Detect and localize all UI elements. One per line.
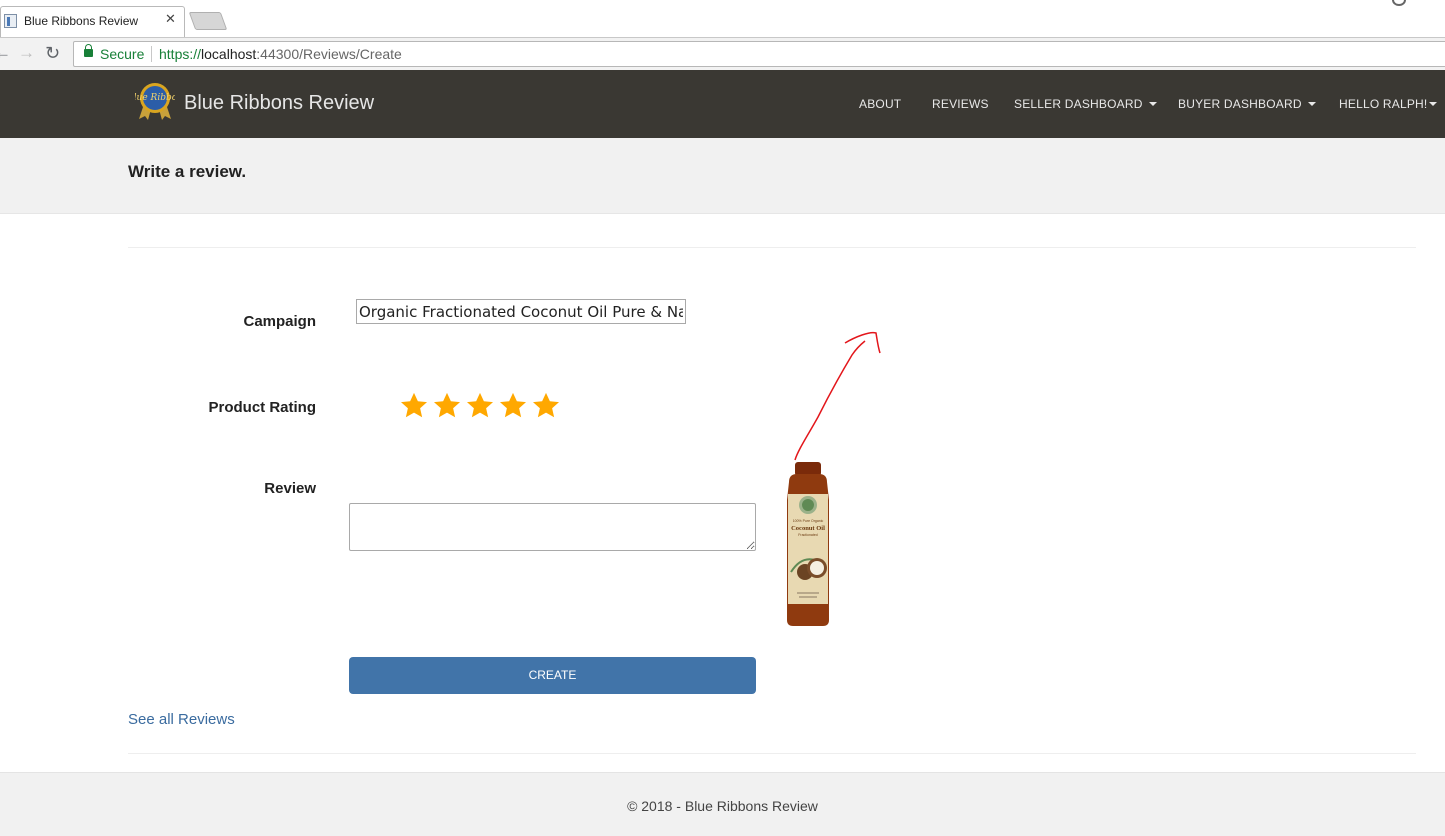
bottle-label-line2: Coconut Oil: [791, 525, 825, 532]
nav-seller-dashboard-label: SELLER DASHBOARD: [1014, 97, 1143, 111]
star-icon[interactable]: [498, 391, 528, 421]
url-text: https://localhost:44300/Reviews/Create: [159, 46, 402, 62]
secure-label: Secure: [100, 46, 145, 62]
product-rating-label: Product Rating: [208, 399, 317, 416]
url-path: :44300/Reviews/Create: [256, 46, 402, 62]
address-separator: [151, 46, 152, 62]
star-icon[interactable]: [465, 391, 495, 421]
nav-user-menu[interactable]: HELLO RALPH!: [1339, 97, 1438, 111]
nav-user-menu-label: HELLO RALPH!: [1339, 97, 1428, 111]
see-all-reviews-link[interactable]: See all Reviews: [128, 711, 235, 728]
browser-tab[interactable]: Blue Ribbons Review ✕: [0, 6, 185, 37]
nav-about[interactable]: ABOUT: [859, 97, 901, 111]
caret-down-icon: [1148, 102, 1157, 106]
bottle-label-line1: 100% Pure Organic: [793, 519, 824, 523]
annotation-arrow-icon: [794, 331, 881, 461]
close-tab-icon[interactable]: ✕: [165, 12, 176, 26]
page-title: Write a review.: [128, 162, 247, 181]
campaign-label: Campaign: [243, 313, 316, 330]
logo-text: Blue Ribbon: [135, 93, 175, 103]
back-arrow-icon[interactable]: ←: [0, 43, 11, 63]
new-tab-button[interactable]: [188, 12, 228, 30]
address-bar[interactable]: Secure https://localhost:44300/Reviews/C…: [73, 41, 1445, 67]
star-icon[interactable]: [531, 391, 561, 421]
url-scheme: https://: [159, 46, 202, 62]
divider: [128, 247, 1416, 248]
blue-ribbon-logo-icon[interactable]: Blue Ribbon: [135, 81, 175, 121]
nav-seller-dashboard[interactable]: SELLER DASHBOARD: [1014, 97, 1157, 111]
caret-down-icon: [1429, 102, 1438, 106]
footer-copyright: © 2018 - Blue Ribbons Review: [627, 798, 818, 814]
review-textarea[interactable]: [349, 503, 756, 551]
page-favicon-icon: [4, 14, 17, 28]
page-header: Write a review.: [0, 138, 1445, 214]
review-label: Review: [264, 480, 316, 497]
caret-down-icon: [1307, 102, 1316, 106]
divider: [128, 753, 1416, 754]
product-image: 100% Pure Organic Coconut Oil Fractionat…: [787, 462, 829, 626]
bottle-label-line3: Fractionated: [798, 533, 818, 537]
forward-arrow-icon[interactable]: →: [18, 43, 35, 63]
star-icon[interactable]: [399, 391, 429, 421]
profile-icon[interactable]: [1392, 0, 1406, 6]
nav-buyer-dashboard-label: BUYER DASHBOARD: [1178, 97, 1302, 111]
nav-reviews-label: REVIEWS: [932, 97, 989, 111]
create-button[interactable]: CREATE: [349, 657, 756, 694]
nav-reviews[interactable]: REVIEWS: [932, 97, 989, 111]
campaign-input[interactable]: [356, 299, 686, 324]
reload-icon[interactable]: ↻: [45, 43, 60, 63]
lock-icon: [84, 44, 93, 57]
nav-buyer-dashboard[interactable]: BUYER DASHBOARD: [1178, 97, 1316, 111]
star-icon[interactable]: [432, 391, 462, 421]
brand-name[interactable]: Blue Ribbons Review: [184, 92, 374, 115]
browser-toolbar: ← → ↻ Secure https://localhost:44300/Rev…: [0, 37, 1445, 70]
site-navbar: Blue Ribbon Blue Ribbons Review ABOUT RE…: [0, 70, 1445, 138]
site-footer: © 2018 - Blue Ribbons Review: [0, 772, 1445, 836]
browser-tabstrip: Blue Ribbons Review ✕: [0, 0, 1445, 37]
url-host: localhost: [201, 46, 257, 62]
nav-about-label: ABOUT: [859, 97, 902, 111]
tab-title: Blue Ribbons Review: [24, 14, 139, 28]
